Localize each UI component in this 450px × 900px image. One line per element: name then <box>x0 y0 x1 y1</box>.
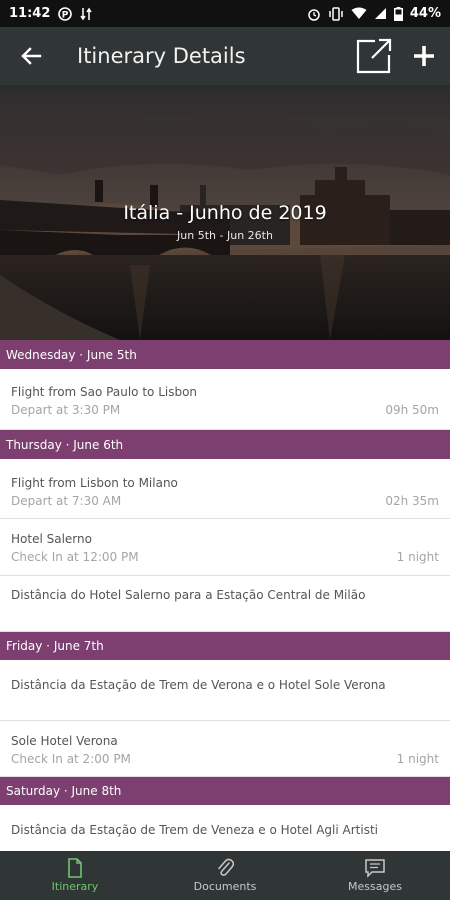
battery-icon <box>393 6 403 21</box>
item-title: Flight from Sao Paulo to Lisbon <box>11 385 198 399</box>
svg-text:P: P <box>62 10 69 20</box>
itinerary-item-note[interactable]: Distância da Estação de Trem de Veneza e… <box>0 805 450 851</box>
bottom-navigation: Itinerary Documents Messages <box>0 851 450 900</box>
item-title: Distância da Estação de Trem de Veneza e… <box>11 823 378 837</box>
tab-documents[interactable]: Documents <box>150 851 300 900</box>
item-subtitle: Check In at 12:00 PM <box>11 550 139 564</box>
message-icon <box>365 858 385 878</box>
item-nights: 1 night <box>396 550 439 564</box>
tab-label: Documents <box>193 880 257 893</box>
item-title: Flight from Lisbon to Milano <box>11 476 178 490</box>
tab-messages[interactable]: Messages <box>300 851 450 900</box>
item-duration: 02h 35m <box>385 494 439 508</box>
itinerary-item-note[interactable]: Distância do Hotel Salerno para a Estaçã… <box>0 576 450 632</box>
arrow-left-icon <box>21 47 42 65</box>
page-title: Itinerary Details <box>77 44 246 68</box>
item-title: Distância do Hotel Salerno para a Estaçã… <box>11 588 366 602</box>
data-transfer-icon <box>80 7 93 21</box>
itinerary-item-flight[interactable]: Flight from Sao Paulo to Lisbon Depart a… <box>0 369 450 430</box>
paperclip-icon <box>218 858 234 876</box>
itinerary-item-flight[interactable]: Flight from Lisbon to Milano Depart at 7… <box>0 459 450 519</box>
signal-icon <box>374 7 387 20</box>
itinerary-item-hotel[interactable]: Hotel Salerno Check In at 12:00 PM 1 nig… <box>0 519 450 576</box>
open-external-icon <box>356 38 392 74</box>
share-button[interactable] <box>349 27 399 85</box>
status-bar: 11:42 P 44% <box>0 0 450 27</box>
wifi-icon <box>351 7 367 20</box>
vibrate-icon <box>328 6 344 21</box>
trip-dates: Jun 5th - Jun 26th <box>177 229 273 242</box>
itinerary-list[interactable]: Wednesday · June 5th Flight from Sao Pau… <box>0 340 450 851</box>
pandora-icon: P <box>58 6 73 21</box>
itinerary-item-hotel[interactable]: Sole Hotel Verona Check In at 2:00 PM 1 … <box>0 721 450 777</box>
trip-cover-image: Itália - Junho de 2019 Jun 5th - Jun 26t… <box>0 85 450 340</box>
item-nights: 1 night <box>396 752 439 766</box>
day-header: Thursday · June 6th <box>0 430 450 459</box>
status-time: 11:42 <box>9 6 51 21</box>
alarm-icon <box>307 7 321 21</box>
day-header: Friday · June 7th <box>0 632 450 660</box>
add-button[interactable] <box>399 27 449 85</box>
item-duration: 09h 50m <box>385 403 439 417</box>
document-icon <box>68 858 82 878</box>
item-title: Hotel Salerno <box>11 532 92 546</box>
item-title: Distância da Estação de Trem de Verona e… <box>11 678 386 692</box>
tab-label: Itinerary <box>51 880 99 893</box>
day-header: Saturday · June 8th <box>0 777 450 805</box>
item-title: Sole Hotel Verona <box>11 734 118 748</box>
back-button[interactable] <box>0 27 62 85</box>
app-bar: Itinerary Details <box>0 27 450 85</box>
itinerary-item-note[interactable]: Distância da Estação de Trem de Verona e… <box>0 660 450 721</box>
trip-title: Itália - Junho de 2019 <box>123 202 327 224</box>
plus-icon <box>414 46 434 66</box>
item-subtitle: Depart at 7:30 AM <box>11 494 122 508</box>
battery-percent: 44% <box>409 6 441 21</box>
tab-label: Messages <box>348 879 402 893</box>
item-subtitle: Depart at 3:30 PM <box>11 403 121 417</box>
day-header: Wednesday · June 5th <box>0 340 450 369</box>
tab-itinerary[interactable]: Itinerary <box>0 851 150 900</box>
item-subtitle: Check In at 2:00 PM <box>11 752 131 766</box>
